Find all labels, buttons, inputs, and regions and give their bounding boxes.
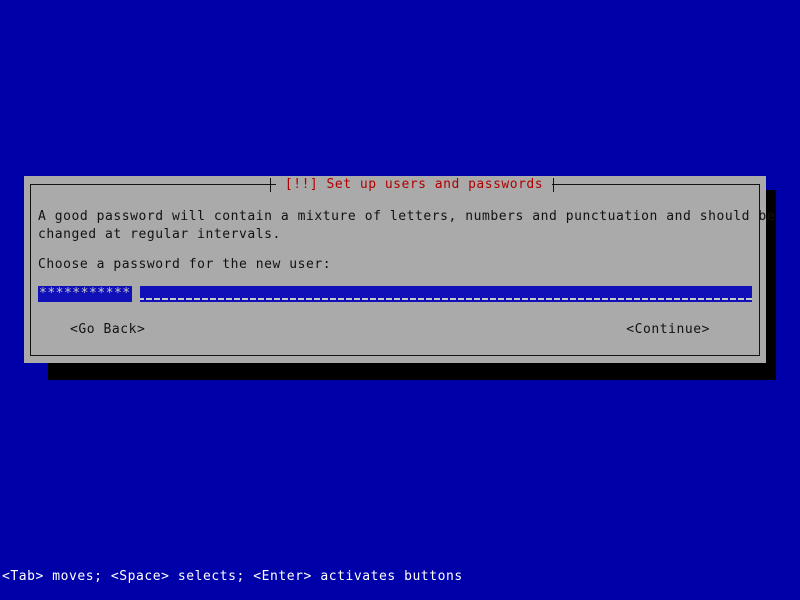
description-line-2: changed at regular intervals. xyxy=(38,227,281,242)
title-tick-left xyxy=(270,178,271,192)
dialog-title-bar: [!!] Set up users and passwords xyxy=(24,176,766,194)
title-tick-right xyxy=(553,178,554,192)
continue-button[interactable]: <Continue> xyxy=(626,320,710,340)
installer-screen: [!!] Set up users and passwords A good p… xyxy=(0,0,800,600)
description-line-1: A good password will contain a mixture o… xyxy=(38,209,776,224)
dialog-body: A good password will contain a mixture o… xyxy=(38,208,776,274)
dialog-button-row: <Go Back> <Continue> xyxy=(14,320,728,340)
password-masked-text[interactable]: *********** xyxy=(38,286,132,302)
password-field-underline xyxy=(130,298,752,300)
password-input-field[interactable] xyxy=(130,286,752,302)
title-rule-right xyxy=(554,184,760,185)
title-rule-left xyxy=(30,184,270,185)
password-input-row[interactable]: *********** xyxy=(38,286,752,302)
bottom-filler xyxy=(0,586,800,600)
text-cursor xyxy=(131,286,140,302)
keyboard-help-status-bar: <Tab> moves; <Space> selects; <Enter> ac… xyxy=(0,568,800,586)
dialog-title: [!!] Set up users and passwords xyxy=(276,176,552,194)
password-prompt-label: Choose a password for the new user: xyxy=(38,257,332,272)
password-entry-group[interactable]: *********** xyxy=(38,286,140,302)
go-back-button[interactable]: <Go Back> xyxy=(70,320,146,340)
